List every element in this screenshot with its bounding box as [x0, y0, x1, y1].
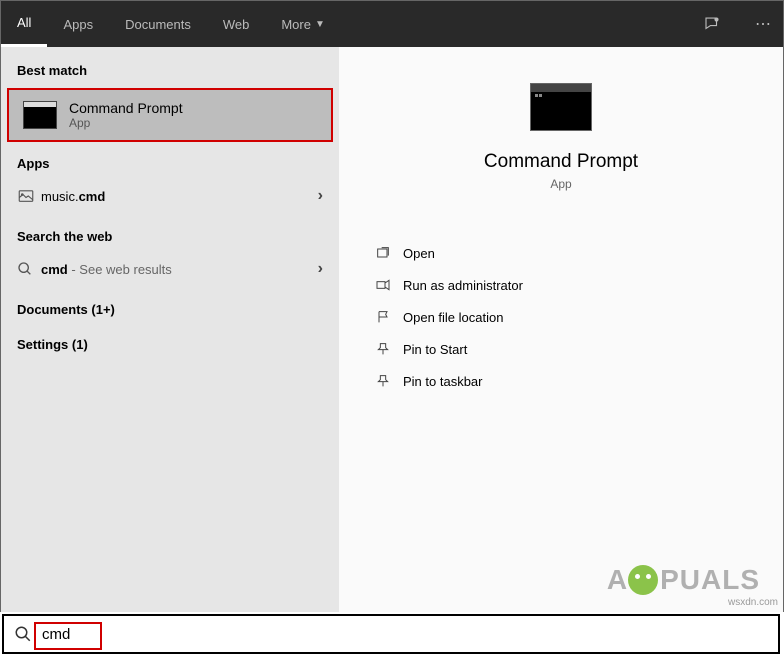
preview-subtitle: App — [375, 177, 747, 191]
command-prompt-icon — [23, 101, 57, 129]
admin-icon — [375, 277, 403, 293]
preview-title: Command Prompt — [375, 151, 747, 173]
filter-tab-bar: All Apps Documents Web More ▼ ⋯ — [1, 1, 783, 47]
more-options-icon[interactable]: ⋯ — [743, 14, 783, 34]
section-settings[interactable]: Settings (1) — [1, 323, 339, 358]
tab-more-label: More — [281, 17, 311, 32]
search-bar[interactable] — [2, 614, 780, 654]
chevron-right-icon: › — [318, 260, 323, 278]
results-panel: Best match Command Prompt App Apps music… — [1, 47, 339, 612]
search-icon — [4, 625, 42, 643]
open-icon — [375, 245, 403, 261]
section-apps: Apps — [1, 142, 339, 177]
section-best-match: Best match — [1, 47, 339, 88]
search-input[interactable] — [42, 619, 778, 649]
action-pin-to-start[interactable]: Pin to Start — [375, 333, 747, 365]
action-open-file-location[interactable]: Open file location — [375, 301, 747, 333]
feedback-icon[interactable] — [703, 15, 743, 33]
chevron-down-icon: ▼ — [315, 19, 325, 30]
best-match-title: Command Prompt — [69, 100, 183, 116]
search-window: All Apps Documents Web More ▼ ⋯ Best mat… — [0, 0, 784, 612]
tab-web[interactable]: Web — [207, 1, 266, 47]
watermark-logo: A PUALS — [607, 564, 760, 596]
pin-taskbar-icon — [375, 373, 403, 389]
attribution-text: wsxdn.com — [728, 597, 778, 608]
section-search-web: Search the web — [1, 215, 339, 250]
chevron-right-icon: › — [318, 187, 323, 205]
app-result-label: music.cmd — [41, 189, 318, 204]
app-result-music-cmd[interactable]: music.cmd › — [1, 177, 339, 215]
action-open[interactable]: Open — [375, 237, 747, 269]
preview-actions: Open Run as administrator Open file loca… — [375, 237, 747, 397]
tab-all[interactable]: All — [1, 1, 47, 47]
preview-panel: Command Prompt App Open Run as administr… — [339, 47, 783, 612]
app-file-icon — [17, 187, 41, 205]
section-documents[interactable]: Documents (1+) — [1, 288, 339, 323]
best-match-subtitle: App — [69, 116, 183, 130]
action-pin-to-taskbar[interactable]: Pin to taskbar — [375, 365, 747, 397]
action-run-as-admin[interactable]: Run as administrator — [375, 269, 747, 301]
web-result-label: cmd - See web results — [41, 262, 318, 277]
folder-icon — [375, 309, 403, 325]
tab-more[interactable]: More ▼ — [265, 1, 341, 47]
preview-app-icon — [530, 83, 592, 131]
best-match-result[interactable]: Command Prompt App — [7, 88, 333, 142]
tab-apps[interactable]: Apps — [47, 1, 109, 47]
tab-documents[interactable]: Documents — [109, 1, 207, 47]
web-result-cmd[interactable]: cmd - See web results › — [1, 250, 339, 288]
pin-start-icon — [375, 341, 403, 357]
search-icon — [17, 261, 41, 277]
